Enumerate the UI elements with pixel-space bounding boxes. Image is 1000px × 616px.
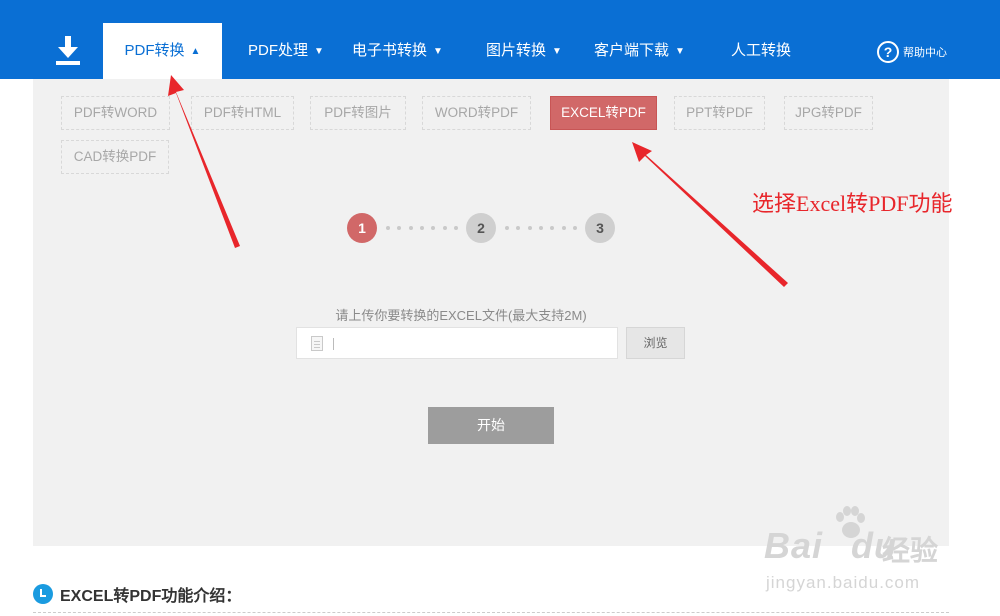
start-button[interactable]: 开始 bbox=[428, 407, 554, 444]
intro-heading-text: EXCEL转PDF功能介绍： bbox=[60, 588, 242, 605]
download-icon[interactable] bbox=[55, 36, 81, 66]
option-cad-to-pdf[interactable]: CAD转换PDF bbox=[61, 140, 169, 174]
nav-label: 图片转换 bbox=[486, 42, 547, 59]
baidu-jingyan-watermark: Bai du 经验 jingyan.baidu.com bbox=[762, 505, 952, 605]
file-path-input[interactable] bbox=[296, 327, 618, 359]
nav-client-download[interactable]: 客户端下载 ▼ bbox=[594, 23, 685, 79]
caret-down-icon: ▼ bbox=[314, 46, 324, 57]
option-excel-to-pdf[interactable]: EXCEL转PDF bbox=[550, 96, 657, 130]
text-cursor bbox=[333, 338, 334, 350]
watermark-url: jingyan.baidu.com bbox=[766, 573, 921, 592]
caret-down-icon: ▼ bbox=[433, 46, 443, 57]
nav-label: 客户端下载 bbox=[594, 42, 670, 59]
caret-down-icon: ▼ bbox=[675, 46, 685, 57]
intro-heading: EXCEL转PDF功能介绍： bbox=[33, 582, 241, 606]
step-2: 2 bbox=[466, 213, 496, 243]
nav-manual-convert[interactable]: 人工转换 bbox=[731, 23, 791, 79]
divider bbox=[33, 612, 949, 613]
option-word-to-pdf[interactable]: WORD转PDF bbox=[422, 96, 531, 130]
option-jpg-to-pdf[interactable]: JPG转PDF bbox=[784, 96, 873, 130]
step-3: 3 bbox=[585, 213, 615, 243]
step-1: 1 bbox=[347, 213, 377, 243]
page: PDF转换 ▲ PDF处理 ▼ 电子书转换 ▼ 图片转换 ▼ 客户端下载 ▼ 人工转换 ?… bbox=[0, 0, 1000, 616]
nav-image-convert[interactable]: 图片转换 ▼ bbox=[486, 23, 562, 79]
option-pdf-to-html[interactable]: PDF转HTML bbox=[191, 96, 294, 130]
nav-pdf-convert[interactable]: PDF转换 ▲ bbox=[103, 23, 222, 79]
browse-button[interactable]: 浏览 bbox=[626, 327, 685, 359]
step-dots bbox=[505, 226, 577, 230]
option-pdf-to-image[interactable]: PDF转图片 bbox=[310, 96, 406, 130]
help-icon: ? bbox=[877, 41, 899, 63]
nav-label: PDF转换 bbox=[124, 42, 185, 59]
nav-label: 人工转换 bbox=[731, 42, 792, 59]
nav-label: 电子书转换 bbox=[352, 42, 428, 59]
step-dots bbox=[386, 226, 458, 230]
help-center-link[interactable]: ? 帮助中心 bbox=[877, 40, 947, 64]
option-ppt-to-pdf[interactable]: PPT转PDF bbox=[674, 96, 765, 130]
caret-down-icon: ▼ bbox=[552, 46, 562, 57]
clock-icon bbox=[33, 584, 53, 604]
file-icon bbox=[311, 336, 323, 351]
watermark-logo: Bai du bbox=[764, 525, 898, 566]
nav-ebook-convert[interactable]: 电子书转换 ▼ bbox=[352, 23, 443, 79]
top-nav: PDF转换 ▲ PDF处理 ▼ 电子书转换 ▼ 图片转换 ▼ 客户端下载 ▼ 人工转换 ?… bbox=[0, 0, 1000, 79]
caret-up-icon: ▲ bbox=[190, 46, 201, 57]
help-label: 帮助中心 bbox=[903, 47, 947, 59]
watermark-cn: 经验 bbox=[882, 535, 939, 566]
annotation-text: 选择Excel转PDF功能 bbox=[752, 191, 953, 216]
upload-hint: 请上传你要转换的EXCEL文件(最大支持2M) bbox=[335, 308, 587, 323]
nav-pdf-process[interactable]: PDF处理 ▼ bbox=[248, 23, 324, 79]
option-pdf-to-word[interactable]: PDF转WORD bbox=[61, 96, 170, 130]
nav-label: PDF处理 bbox=[248, 42, 309, 59]
